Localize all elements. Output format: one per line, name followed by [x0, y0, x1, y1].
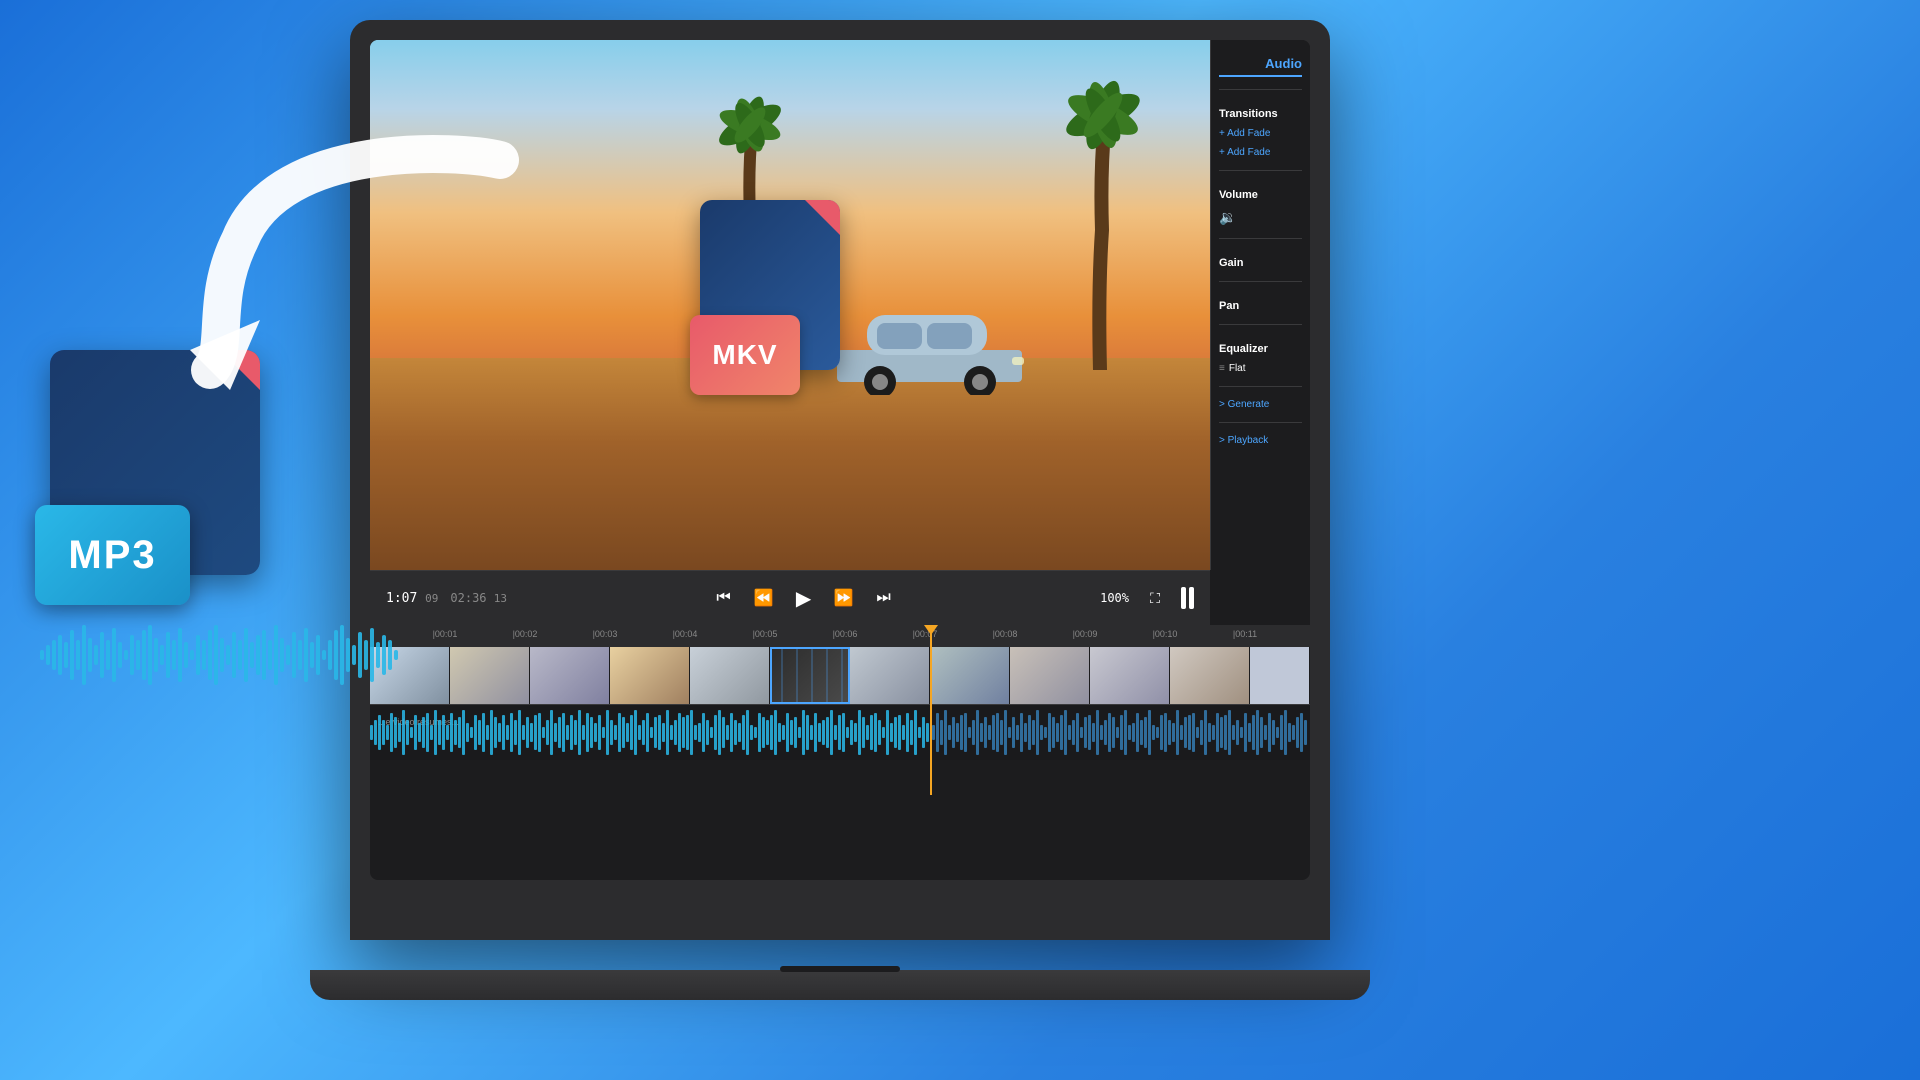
ruler-tick-11: |00:11 [1233, 629, 1257, 639]
divider-2 [1219, 170, 1302, 171]
ruler-tick-3: |00:03 [593, 629, 618, 639]
divider-3 [1219, 238, 1302, 239]
audio-track[interactable]: ...e video resumes... [370, 705, 1310, 760]
thumb-4 [610, 647, 690, 704]
right-panel: Audio Transitions + Add Fade + Add Fade … [1210, 40, 1310, 570]
equalizer-value: Flat [1229, 363, 1246, 374]
play-button[interactable]: ▶ [790, 584, 818, 612]
current-time-display: 1:07 09 [386, 591, 438, 606]
rewind-button[interactable]: ⏪ [750, 584, 778, 612]
add-fade-in-button[interactable]: + Add Fade [1219, 128, 1302, 139]
audio-tab[interactable]: Audio [1219, 52, 1302, 77]
timeline-ruler: |00:01 |00:02 |00:03 |00:04 |00:05 |00:0… [370, 625, 1310, 647]
laptop-notch [780, 966, 900, 972]
generate-button[interactable]: > Generate [1219, 399, 1302, 410]
mkv-corner [805, 200, 840, 235]
ruler-tick-10: |00:10 [1153, 629, 1178, 639]
current-time: 1:07 [386, 591, 417, 606]
fast-forward-button[interactable]: ⏩ [830, 584, 858, 612]
ruler-tick-1: |00:01 [433, 629, 458, 639]
thumb-3 [530, 647, 610, 704]
equalizer-label: Equalizer [1219, 343, 1302, 355]
conversion-arrow [180, 120, 560, 400]
thumb-9 [1010, 647, 1090, 704]
divider-5 [1219, 422, 1302, 423]
gain-divider [1219, 281, 1302, 282]
playback-button[interactable]: > Playback [1219, 435, 1302, 446]
mp3-badge: MP3 [35, 505, 190, 605]
ruler-tick-4: |00:04 [673, 629, 698, 639]
thumb-10 [1090, 647, 1170, 704]
pause-bar-left [1181, 587, 1186, 609]
volume-label: Volume [1219, 189, 1302, 201]
waveform-decoration [40, 620, 400, 690]
waveform-svg: ...e video resumes... [370, 705, 1310, 760]
skip-back-button[interactable]: ⏮ [710, 584, 738, 612]
pause-indicator [1181, 587, 1194, 609]
mkv-label: MKV [712, 339, 777, 371]
video-track[interactable] [370, 647, 1310, 705]
palm-tree-right [1050, 50, 1150, 370]
car-silhouette [832, 305, 1012, 385]
thumb-7 [850, 647, 930, 704]
volume-icon: 🔉 [1219, 209, 1302, 226]
mkv-badge: MKV [690, 315, 800, 395]
thumb-5 [690, 647, 770, 704]
laptop-base [310, 970, 1370, 1000]
current-frame: 09 [425, 592, 438, 605]
fullscreen-button[interactable]: ⛶ [1141, 584, 1169, 612]
thumb-6-selected [770, 647, 850, 704]
playback-controls: 1:07 09 02:36 13 ⏮ ⏪ ▶ ⏩ ⏭ 100% ⛶ [370, 570, 1210, 625]
zoom-level: 100% [1100, 591, 1129, 605]
timeline[interactable]: |00:01 |00:02 |00:03 |00:04 |00:05 |00:0… [370, 625, 1310, 795]
mp3-label: MP3 [68, 533, 156, 578]
thumb-2 [450, 647, 530, 704]
ruler-tick-8: |00:08 [993, 629, 1018, 639]
divider-1 [1219, 89, 1302, 90]
mkv-icon: MKV [700, 200, 850, 385]
ruler-tick-6: |00:06 [833, 629, 858, 639]
ruler-tick-9: |00:09 [1073, 629, 1098, 639]
gain-label: Gain [1219, 257, 1302, 269]
add-fade-out-button[interactable]: + Add Fade [1219, 147, 1302, 158]
transitions-label: Transitions [1219, 108, 1302, 120]
pause-bar-right [1189, 587, 1194, 609]
skip-forward-button[interactable]: ⏭ [870, 584, 898, 612]
playhead[interactable] [930, 625, 932, 795]
ruler-tick-5: |00:05 [753, 629, 778, 639]
thumb-rest [1250, 647, 1310, 704]
pan-divider [1219, 324, 1302, 325]
pan-label: Pan [1219, 300, 1302, 312]
total-time-display: 02:36 13 [450, 591, 507, 605]
thumb-11 [1170, 647, 1250, 704]
playhead-triangle [924, 625, 938, 635]
ruler-tick-2: |00:02 [513, 629, 538, 639]
divider-4 [1219, 386, 1302, 387]
thumb-8 [930, 647, 1010, 704]
